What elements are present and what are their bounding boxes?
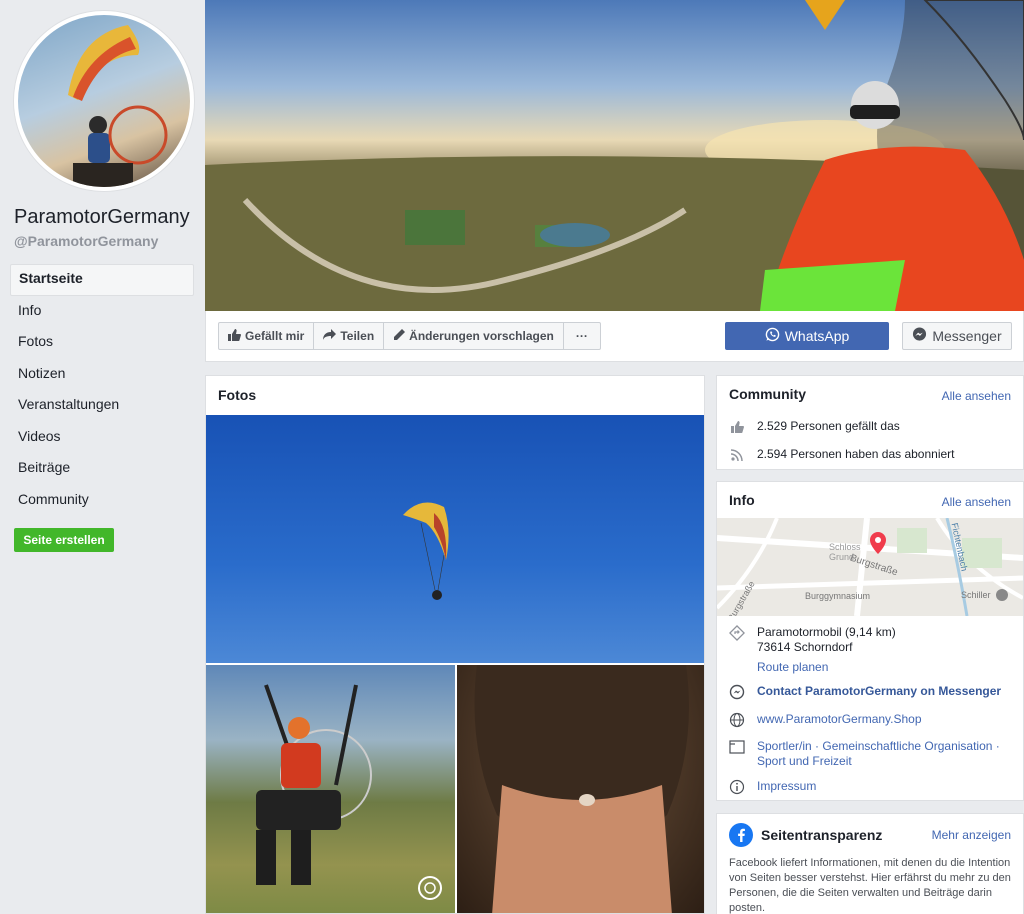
map-label-schiller: Schiller — [961, 590, 991, 600]
nav-item-videos[interactable]: Videos — [10, 422, 194, 454]
address-block: Paramotormobil (9,14 km) 73614 Schorndor… — [757, 625, 896, 675]
nav-item-fotos[interactable]: Fotos — [10, 327, 194, 359]
cover-photo[interactable] — [205, 0, 1024, 311]
more-options-button[interactable]: ··· — [564, 323, 600, 349]
location-map[interactable]: Burgstraße Burggymnasium Schiller Fichte… — [717, 518, 1023, 616]
thumbs-up-icon — [729, 419, 745, 435]
follows-count: 2.594 Personen haben das abonniert — [757, 447, 955, 461]
nav-item-veranstaltungen[interactable]: Veranstaltungen — [10, 390, 194, 422]
info-circle-icon — [729, 779, 745, 795]
address-row: Paramotormobil (9,14 km) 73614 Schorndor… — [729, 625, 896, 675]
profile-picture[interactable] — [14, 11, 194, 191]
impressum-row: Impressum — [729, 779, 816, 795]
community-see-all-link[interactable]: Alle ansehen — [942, 389, 1011, 403]
address-line-2: 73614 Schorndorf — [757, 640, 853, 654]
category-row: Sportler/in · Gemeinschaftliche Organisa… — [729, 739, 1013, 769]
messenger-row: Contact ParamotorGermany on Messenger — [729, 684, 1001, 700]
share-arrow-icon — [323, 329, 337, 343]
nav-item-beitraege[interactable]: Beiträge — [10, 453, 194, 485]
likes-row: 2.529 Personen gefällt das — [729, 419, 900, 435]
left-sidebar: ParamotorGermany @ParamotorGermany Start… — [0, 0, 205, 914]
page-name[interactable]: ParamotorGermany — [14, 206, 190, 229]
messenger-label: Messenger — [932, 328, 1002, 344]
route-planen-link[interactable]: Route planen — [757, 660, 896, 675]
transparency-title: Seitentransparenz — [761, 827, 883, 843]
share-label: Teilen — [340, 329, 375, 343]
impressum-link[interactable]: Impressum — [757, 779, 816, 794]
whatsapp-button[interactable]: WhatsApp — [725, 322, 889, 350]
suggest-edits-button[interactable]: Änderungen vorschlagen — [384, 323, 564, 349]
address-line-1: Paramotormobil (9,14 km) — [757, 625, 896, 639]
page-action-bar: Gefällt mir Teilen Änderungen vorschlage… — [205, 311, 1024, 362]
messenger-icon — [729, 684, 745, 700]
likes-count: 2.529 Personen gefällt das — [757, 419, 900, 433]
photo-paraglider-sky[interactable] — [206, 415, 704, 663]
more-dots-icon: ··· — [575, 329, 588, 343]
suggest-edits-label: Änderungen vorschlagen — [409, 329, 554, 343]
nav-item-info[interactable]: Info — [10, 296, 194, 328]
category-links[interactable]: Sportler/in · Gemeinschaftliche Organisa… — [757, 739, 1013, 769]
info-card: Info Alle ansehen Burgstraße Burggymnasi… — [716, 481, 1024, 801]
website-link[interactable]: www.ParamotorGermany.Shop — [757, 712, 922, 727]
create-page-button[interactable]: Seite erstellen — [14, 528, 114, 552]
page-handle: @ParamotorGermany — [14, 233, 159, 249]
whatsapp-icon — [765, 327, 780, 345]
whatsapp-label: WhatsApp — [784, 328, 850, 344]
follows-row: 2.594 Personen haben das abonniert — [729, 447, 955, 463]
nav-item-community[interactable]: Community — [10, 485, 194, 517]
pencil-icon — [393, 328, 406, 344]
category-tag-icon — [729, 739, 745, 755]
photo-haircut-back[interactable] — [457, 665, 704, 913]
website-row: www.ParamotorGermany.Shop — [729, 712, 922, 728]
directions-icon — [729, 625, 745, 641]
rss-icon — [729, 447, 745, 463]
nav-item-notizen[interactable]: Notizen — [10, 359, 194, 391]
info-title: Info — [729, 492, 755, 508]
map-label-burggymnasium: Burggymnasium — [805, 591, 871, 601]
page-actions: Gefällt mir Teilen Änderungen vorschlage… — [218, 322, 601, 350]
map-label-schloss: Schloss Grund — [829, 542, 861, 562]
photos-title[interactable]: Fotos — [218, 387, 256, 403]
nav-item-startseite[interactable]: Startseite — [10, 264, 194, 296]
messenger-button[interactable]: Messenger — [902, 322, 1012, 350]
transparency-more-link[interactable]: Mehr anzeigen — [932, 828, 1011, 842]
transparency-card: Seitentransparenz Mehr anzeigen Facebook… — [716, 813, 1024, 914]
transparency-description: Facebook liefert Informationen, mit dene… — [729, 857, 1011, 914]
contact-messenger-link[interactable]: Contact ParamotorGermany on Messenger — [757, 684, 1001, 699]
facebook-logo-icon — [729, 823, 753, 850]
like-label: Gefällt mir — [245, 329, 305, 343]
share-button[interactable]: Teilen — [314, 323, 385, 349]
community-card: Community Alle ansehen 2.529 Personen ge… — [716, 375, 1024, 470]
globe-icon — [729, 712, 745, 728]
page-nav: Startseite Info Fotos Notizen Veranstalt… — [10, 264, 194, 516]
info-see-all-link[interactable]: Alle ansehen — [942, 495, 1011, 509]
messenger-icon — [912, 327, 927, 345]
thumbs-up-icon — [228, 328, 241, 344]
community-title: Community — [729, 386, 806, 402]
photo-paramotor-pilot[interactable] — [206, 665, 455, 913]
like-button[interactable]: Gefällt mir — [219, 323, 315, 349]
photos-section: Fotos — [205, 375, 705, 914]
